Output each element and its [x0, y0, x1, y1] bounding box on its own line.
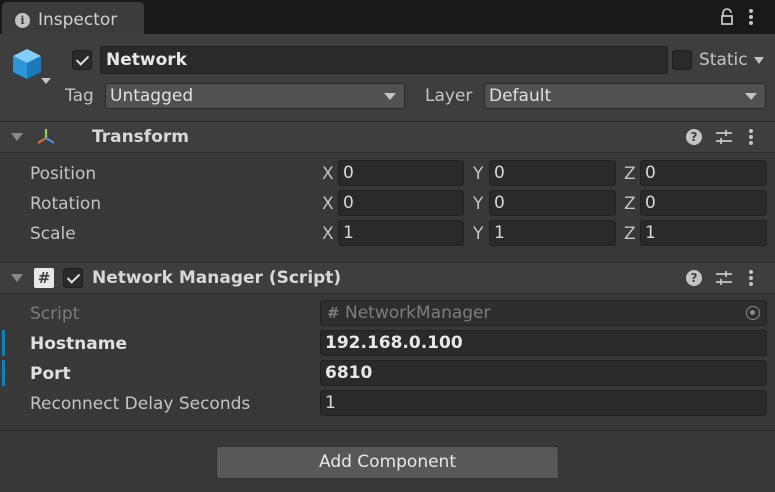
script-icon: # [34, 268, 54, 288]
script-label: Script [30, 304, 80, 324]
axis-y-label[interactable]: Y [473, 224, 483, 244]
rotation-z-field[interactable]: 0 [640, 190, 767, 216]
axis-x-label[interactable]: X [322, 224, 334, 244]
position-z-field[interactable]: 0 [640, 160, 767, 186]
active-checkbox[interactable] [72, 50, 92, 70]
rotation-x-field[interactable]: 0 [338, 190, 464, 216]
tag-label: Tag [65, 86, 94, 106]
hostname-field[interactable]: 192.168.0.100 [320, 330, 767, 356]
rotation-y-field[interactable]: 0 [489, 190, 616, 216]
lock-icon[interactable] [718, 8, 736, 26]
presets-icon[interactable] [715, 270, 733, 286]
transform-title: Transform [92, 127, 189, 147]
reconnect-delay-field[interactable]: 1 [320, 390, 767, 416]
static-checkbox[interactable] [672, 50, 692, 70]
tab-title: Inspector [38, 10, 118, 30]
scale-z-field[interactable]: 1 [640, 220, 767, 246]
layer-value: Default [489, 86, 552, 106]
axis-y-label[interactable]: Y [473, 164, 483, 184]
script-object-field[interactable]: # NetworkManager [320, 300, 767, 326]
axis-z-label[interactable]: Z [624, 194, 636, 214]
component-menu-icon[interactable] [746, 268, 756, 288]
tag-value: Untagged [110, 86, 194, 106]
help-icon[interactable]: ? [686, 270, 702, 286]
position-y-field[interactable]: 0 [489, 160, 616, 186]
position-label: Position [30, 164, 97, 184]
axis-x-label[interactable]: X [322, 164, 334, 184]
tab-inspector[interactable]: i Inspector [2, 2, 144, 35]
port-field[interactable]: 6810 [320, 360, 767, 386]
scale-label: Scale [30, 224, 76, 244]
presets-icon[interactable] [715, 129, 733, 145]
chevron-down-icon [384, 93, 396, 100]
foldout-arrow-icon[interactable] [11, 274, 23, 282]
help-icon[interactable]: ? [686, 129, 702, 145]
chevron-down-icon [745, 93, 757, 100]
axis-z-label[interactable]: Z [624, 224, 636, 244]
hostname-label: Hostname [30, 334, 127, 354]
override-indicator [2, 360, 5, 386]
divider [0, 430, 775, 431]
info-icon: i [15, 13, 30, 28]
static-dropdown-arrow-icon[interactable] [754, 57, 764, 64]
gameobject-cube-icon[interactable] [10, 47, 44, 81]
axis-y-label[interactable]: Y [473, 194, 483, 214]
tag-dropdown[interactable]: Untagged [105, 83, 405, 109]
add-component-button[interactable]: Add Component [216, 446, 559, 479]
axis-x-label[interactable]: X [322, 194, 334, 214]
port-label: Port [30, 364, 71, 384]
foldout-arrow-icon[interactable] [11, 133, 23, 141]
scale-y-field[interactable]: 1 [489, 220, 616, 246]
script-file-icon: # [327, 304, 340, 322]
icon-dropdown-arrow-icon[interactable] [41, 78, 51, 84]
object-name-field[interactable]: Network [100, 46, 668, 74]
layer-label: Layer [425, 86, 473, 106]
transform-icon [37, 129, 55, 144]
rotation-label: Rotation [30, 194, 102, 214]
object-picker-icon[interactable] [746, 306, 760, 320]
reconnect-delay-label: Reconnect Delay Seconds [30, 394, 251, 414]
scale-x-field[interactable]: 1 [338, 220, 464, 246]
component-menu-icon[interactable] [746, 127, 756, 147]
position-x-field[interactable]: 0 [338, 160, 464, 186]
layer-dropdown[interactable]: Default [484, 83, 766, 109]
network-manager-title: Network Manager (Script) [92, 268, 342, 288]
override-indicator [2, 330, 5, 356]
axis-z-label[interactable]: Z [624, 164, 636, 184]
script-value: NetworkManager [345, 303, 491, 323]
window-menu-icon[interactable] [746, 7, 756, 27]
component-enabled-checkbox[interactable] [63, 268, 83, 288]
static-label[interactable]: Static [699, 50, 748, 70]
